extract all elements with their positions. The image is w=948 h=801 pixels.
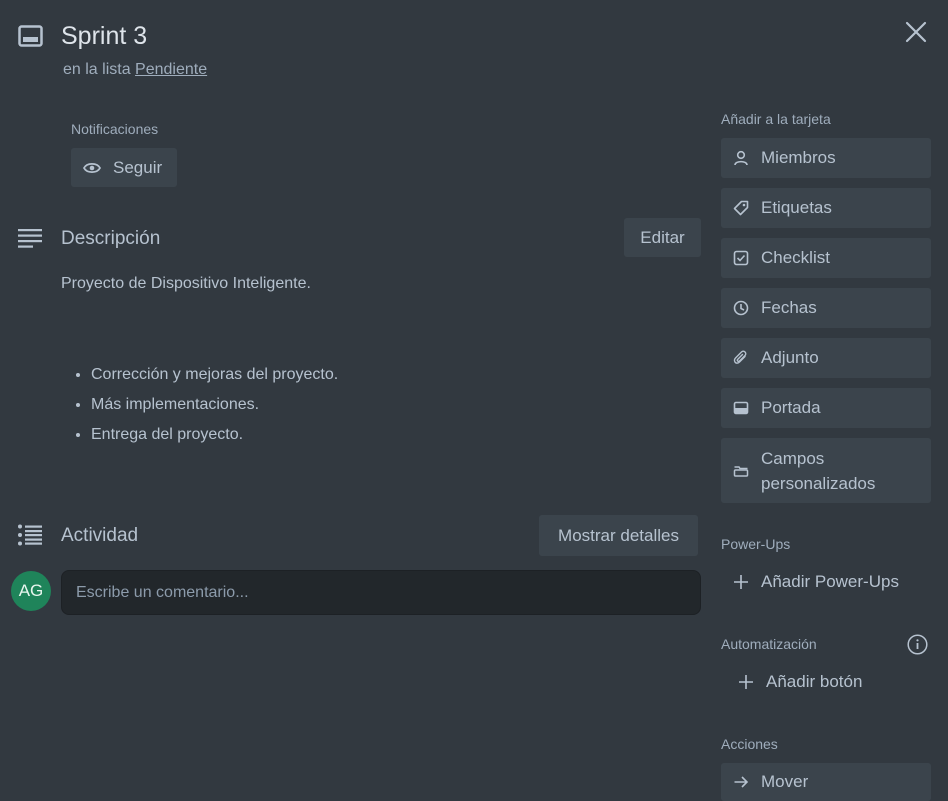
plus-icon — [738, 674, 754, 690]
clock-icon — [733, 300, 749, 316]
list-info: en la lista Pendiente — [63, 61, 207, 79]
show-details-button[interactable]: Mostrar detalles — [539, 515, 698, 556]
checklist-label: Checklist — [761, 248, 830, 267]
card-title[interactable]: Sprint 3 — [61, 22, 147, 51]
labels-button[interactable]: Etiquetas — [721, 188, 931, 228]
cover-label: Portada — [761, 398, 821, 417]
eye-icon — [83, 161, 101, 175]
description-title: Descripción — [61, 228, 161, 249]
description-bullet-list: Corrección y mejoras del proyecto. Más i… — [61, 360, 338, 450]
automation-label: Automatización — [721, 636, 817, 652]
list-link[interactable]: Pendiente — [135, 61, 207, 78]
card-icon — [18, 25, 43, 47]
members-label: Miembros — [761, 148, 836, 167]
custom-fields-icon — [733, 463, 749, 479]
add-powerups-label: Añadir Power-Ups — [761, 572, 899, 591]
actions-label: Acciones — [721, 736, 778, 752]
add-button-button[interactable]: Añadir botón — [738, 672, 862, 692]
notifications-label: Notificaciones — [71, 121, 159, 137]
dates-button[interactable]: Fechas — [721, 288, 931, 328]
close-icon[interactable] — [903, 19, 929, 45]
avatar[interactable]: AG — [11, 571, 51, 611]
dates-label: Fechas — [761, 298, 817, 317]
list-item: Corrección y mejoras del proyecto. — [91, 360, 338, 390]
info-icon[interactable] — [907, 634, 928, 655]
cover-button[interactable]: Portada — [721, 388, 931, 428]
comment-input[interactable] — [61, 570, 701, 615]
arrow-right-icon — [733, 774, 749, 790]
activity-title: Actividad — [61, 525, 139, 546]
labels-label: Etiquetas — [761, 198, 832, 217]
paperclip-icon — [733, 350, 749, 366]
members-button[interactable]: Miembros — [721, 138, 931, 178]
plus-icon — [733, 574, 749, 590]
edit-description-button[interactable]: Editar — [624, 218, 701, 257]
tag-icon — [733, 200, 749, 216]
add-to-card-label: Añadir a la tarjeta — [721, 111, 831, 127]
move-button[interactable]: Mover — [721, 763, 931, 801]
custom-fields-button[interactable]: Campos personalizados — [721, 438, 931, 503]
cover-icon — [733, 400, 749, 416]
add-button-label: Añadir botón — [766, 672, 863, 691]
attachment-label: Adjunto — [761, 348, 819, 367]
follow-button[interactable]: Seguir — [71, 148, 177, 187]
list-prefix: en la lista — [63, 61, 131, 78]
follow-label: Seguir — [113, 157, 163, 177]
description-icon — [18, 228, 42, 248]
list-item: Entrega del proyecto. — [91, 420, 338, 450]
person-icon — [733, 150, 749, 166]
checklist-button[interactable]: Checklist — [721, 238, 931, 278]
list-item: Más implementaciones. — [91, 390, 338, 420]
checkbox-icon — [733, 250, 749, 266]
description-text[interactable]: Proyecto de Dispositivo Inteligente. — [61, 275, 311, 293]
custom-fields-label: Campos personalizados — [761, 448, 876, 493]
add-powerups-button[interactable]: Añadir Power-Ups — [733, 572, 899, 592]
move-label: Mover — [761, 772, 809, 791]
attachment-button[interactable]: Adjunto — [721, 338, 931, 378]
activity-icon — [18, 524, 42, 546]
powerups-label: Power-Ups — [721, 536, 791, 552]
